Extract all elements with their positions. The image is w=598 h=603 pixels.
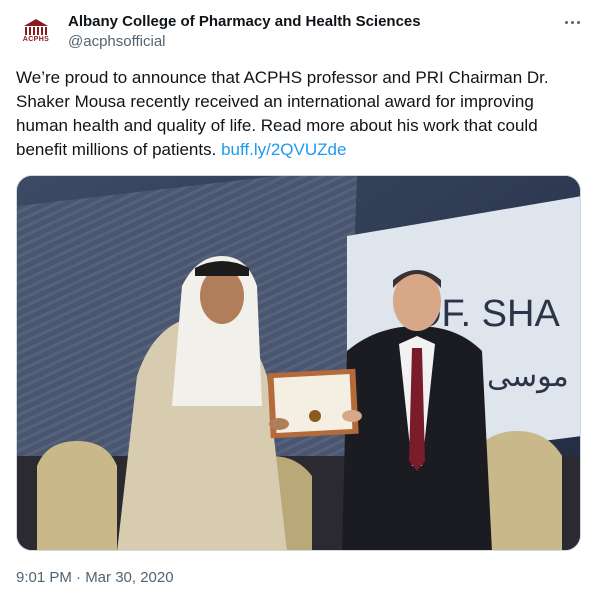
tweet-link[interactable]: buff.ly/2QVUZde [221,140,346,159]
more-options-icon[interactable] [560,10,584,34]
tweet-timestamp[interactable]: 9:01 PM · Mar 30, 2020 [16,568,174,588]
logo-roof-shape [24,19,48,26]
display-name[interactable]: Albany College of Pharmacy and Health Sc… [68,12,421,32]
more-dot [576,20,580,24]
award-ceremony-photo: OF. SHA موسى [17,176,580,550]
logo-columns-shape [25,27,47,35]
tweet-card: ACPHS Albany College of Pharmacy and Hea… [0,0,598,603]
avatar[interactable]: ACPHS [16,12,56,52]
user-handle[interactable]: @acphsofficial [68,32,166,52]
tweet-text: We’re proud to announce that ACPHS profe… [16,66,576,162]
avatar-logo-text: ACPHS [22,36,50,43]
tweet-photo[interactable]: OF. SHA موسى [16,175,581,551]
more-dot [570,20,574,24]
more-dot [564,20,568,24]
banner-arabic-text: موسى [487,359,569,394]
